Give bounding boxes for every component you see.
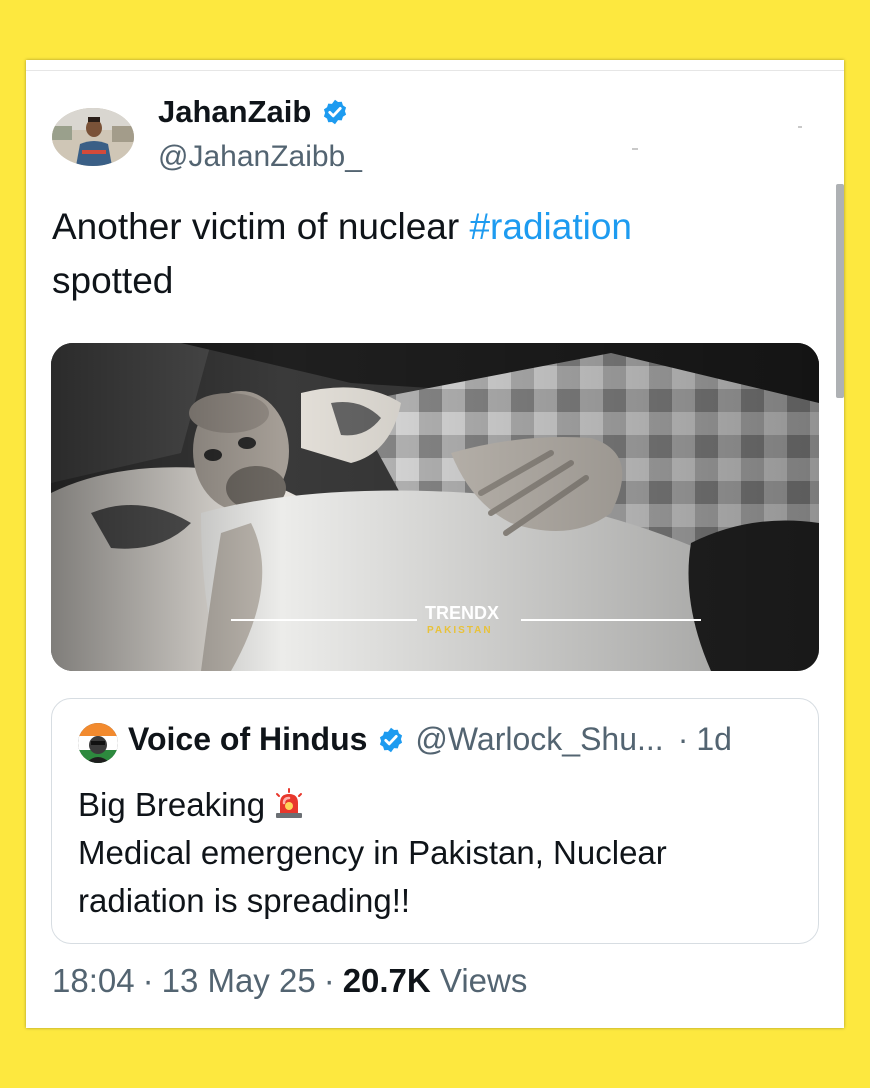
quote-author-name[interactable]: Voice of Hindus [128,721,367,758]
tweet-media-image[interactable]: TRENDX PAKISTAN [51,343,819,671]
tweet-text-before: Another victim of nuclear [52,206,470,247]
tweet-text: Another victim of nuclear #radiation spo… [52,200,772,308]
quote-author-handle[interactable]: @Warlock_Shu... [415,721,663,758]
author-avatar[interactable] [52,108,134,166]
quote-avatar-photo [78,723,118,763]
rotating-light-icon [276,788,303,818]
media-photo: TRENDX PAKISTAN [51,343,819,671]
quote-timestamp[interactable]: 1d [696,721,732,758]
quoted-tweet[interactable]: Voice of Hindus @Warlock_Shu... · 1d Big… [51,698,819,944]
scrollbar[interactable] [836,184,844,398]
quote-line-2: Medical emergency in Pakistan, Nuclear r… [78,834,667,919]
hashtag-link[interactable]: #radiation [469,206,632,247]
watermark-sub: PAKISTAN [427,625,493,636]
author-handle[interactable]: @JahanZaibb_ [158,140,362,174]
artifact-mark [798,126,802,128]
views-label[interactable]: Views [440,962,527,999]
artifact-mark [632,148,638,150]
watermark-brand: TRENDX [425,603,499,623]
quote-header: Voice of Hindus @Warlock_Shu... · 1d [128,721,732,758]
tweet-time[interactable]: 18:04 [52,962,135,999]
author-name-row[interactable]: JahanZaib [158,94,349,130]
meta-separator: · [323,962,335,999]
quote-text: Big Breaking Medical emergency in Pakist… [78,781,798,925]
avatar-photo [52,108,134,166]
verified-badge-icon [324,99,347,125]
quote-line-1: Big Breaking [78,786,266,823]
tweet-text-after: spotted [52,260,174,301]
tweet-card: JahanZaib @JahanZaibb_ Another victim of… [26,60,844,1028]
author-name[interactable]: JahanZaib [158,94,311,130]
verified-badge-icon [380,727,403,752]
tweet-date[interactable]: 13 May 25 [162,962,316,999]
views-count[interactable]: 20.7K [343,962,431,999]
top-divider [26,70,844,71]
quote-separator: · [677,721,689,757]
quote-author-avatar[interactable] [78,723,118,763]
tweet-meta: 18:04 · 13 May 25 · 20.7K Views [52,962,527,1000]
meta-separator: · [142,962,154,999]
